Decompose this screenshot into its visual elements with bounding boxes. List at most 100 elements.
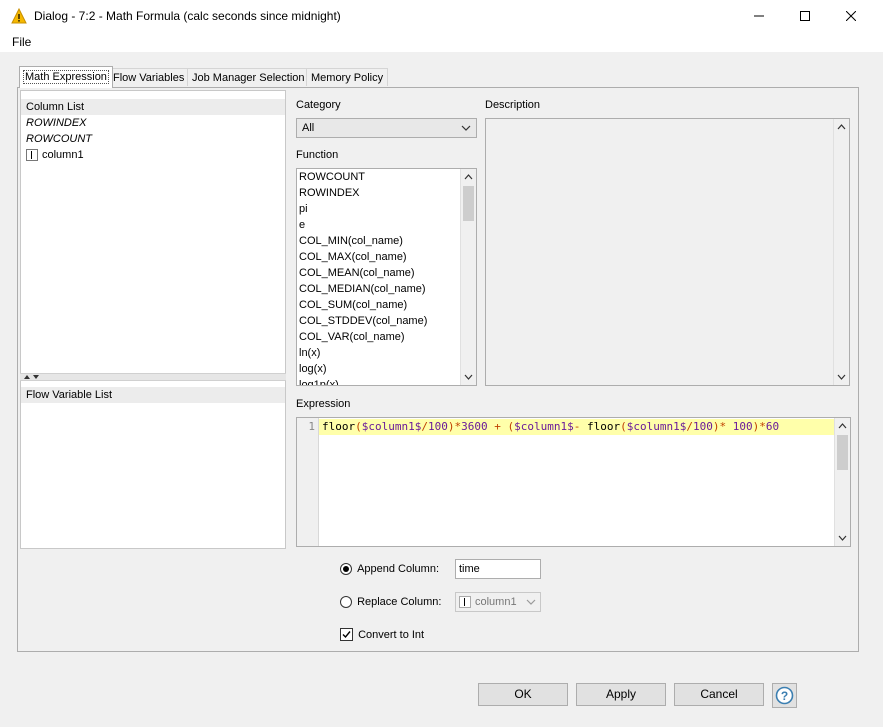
- chevron-down-icon: [526, 599, 536, 605]
- function-item[interactable]: log(x): [297, 361, 476, 377]
- function-item[interactable]: ln(x): [297, 345, 476, 361]
- scroll-thumb[interactable]: [463, 186, 474, 221]
- cancel-button[interactable]: Cancel: [674, 683, 764, 706]
- convert-to-int-option[interactable]: Convert to Int: [340, 628, 424, 641]
- column-reference-token: $column1$: [514, 420, 574, 433]
- append-column-input[interactable]: time: [455, 559, 541, 579]
- append-column-radio[interactable]: [340, 563, 352, 576]
- scroll-up-button[interactable]: [835, 418, 850, 434]
- operator-token: (: [355, 420, 362, 433]
- replace-column-option[interactable]: Replace Column:: [340, 596, 442, 609]
- function-item[interactable]: COL_STDDEV(col_name): [297, 313, 476, 329]
- function-item[interactable]: log1p(x): [297, 377, 476, 385]
- maximize-button[interactable]: [782, 0, 828, 32]
- category-value: All: [302, 122, 315, 134]
- function-item[interactable]: COL_SUM(col_name): [297, 297, 476, 313]
- number-token: 60: [765, 420, 780, 433]
- column-list-header: Column List: [21, 99, 285, 115]
- function-item[interactable]: COL_MIN(col_name): [297, 233, 476, 249]
- replace-column-radio[interactable]: [340, 596, 352, 609]
- column-list-item[interactable]: ROWINDEX: [21, 115, 285, 131]
- function-token: floor: [322, 420, 356, 433]
- tab-flow-variables[interactable]: Flow Variables: [108, 68, 190, 86]
- chevron-up-icon: [838, 423, 847, 429]
- tab-label: Math Expression: [23, 70, 109, 84]
- append-column-label: Append Column:: [357, 563, 440, 576]
- function-item[interactable]: ROWCOUNT: [297, 169, 476, 185]
- replace-column-label: Replace Column:: [357, 596, 442, 609]
- function-item[interactable]: ROWINDEX: [297, 185, 476, 201]
- chevron-down-icon: [838, 535, 847, 541]
- description-box: [485, 118, 850, 386]
- function-item[interactable]: COL_MAX(col_name): [297, 249, 476, 265]
- category-label: Category: [296, 99, 341, 111]
- chevron-up-icon: [837, 124, 846, 130]
- scroll-down-button[interactable]: [461, 369, 476, 385]
- function-item[interactable]: COL_MEDIAN(col_name): [297, 281, 476, 297]
- description-label: Description: [485, 99, 541, 111]
- line-number-gutter: 1: [297, 418, 319, 546]
- column-list-item[interactable]: ROWCOUNT: [21, 131, 285, 147]
- expression-editor[interactable]: 1 floor($column1$/100)*3600 + ($column1$…: [296, 417, 851, 547]
- integer-column-icon: [459, 596, 471, 609]
- number-token: 100: [692, 420, 713, 433]
- line-number: 1: [308, 420, 315, 433]
- function-item[interactable]: e: [297, 217, 476, 233]
- help-button[interactable]: ?: [772, 683, 797, 708]
- function-item[interactable]: COL_VAR(col_name): [297, 329, 476, 345]
- app-warning-icon: [11, 7, 27, 24]
- description-scrollbar[interactable]: [833, 119, 849, 385]
- tab-math-expression[interactable]: Math Expression: [19, 66, 113, 88]
- scroll-up-button[interactable]: [834, 119, 849, 135]
- close-window-button[interactable]: [828, 0, 874, 32]
- scroll-down-button[interactable]: [834, 369, 849, 385]
- checkmark-icon: [342, 631, 351, 639]
- operator-token: /: [421, 420, 428, 433]
- column-reference-token: $column1$: [361, 420, 422, 433]
- operator-token: +: [494, 420, 501, 433]
- convert-to-int-checkbox[interactable]: [340, 628, 353, 641]
- ok-button[interactable]: OK: [478, 683, 568, 706]
- menu-bar: [0, 32, 883, 52]
- operator-token: /: [686, 420, 693, 433]
- chevron-down-icon: [837, 374, 846, 380]
- tab-memory-policy[interactable]: Memory Policy: [306, 68, 389, 86]
- help-glyph: ?: [780, 688, 789, 703]
- scroll-up-button[interactable]: [461, 169, 476, 185]
- close-icon: [846, 11, 856, 21]
- left-panel: Column List ROWINDEX ROWCOUNT column1: [20, 90, 286, 549]
- expression-scrollbar[interactable]: [834, 418, 850, 546]
- function-item[interactable]: pi: [297, 201, 476, 217]
- minimize-button[interactable]: [736, 0, 782, 32]
- replace-column-value: column1: [475, 596, 517, 608]
- column-name: column1: [42, 149, 84, 161]
- window-title: Dialog - 7:2 - Math Formula (calc second…: [34, 9, 341, 23]
- function-list: ROWCOUNT ROWINDEX pi e COL_MIN(col_name)…: [296, 168, 477, 386]
- chevron-down-icon: [464, 374, 473, 380]
- append-column-option[interactable]: Append Column:: [340, 563, 440, 576]
- replace-column-select[interactable]: column1: [455, 592, 541, 612]
- function-item[interactable]: COL_MEAN(col_name): [297, 265, 476, 281]
- expression-code-line[interactable]: floor($column1$/100)*3600 + ($column1$- …: [319, 419, 834, 435]
- integer-column-icon: [26, 149, 38, 162]
- splitter-handle[interactable]: [20, 373, 286, 381]
- scroll-thumb[interactable]: [837, 435, 848, 470]
- operator-token: *: [759, 420, 766, 433]
- function-token: floor: [586, 420, 621, 433]
- chevron-down-icon: [461, 125, 471, 131]
- apply-button[interactable]: Apply: [576, 683, 666, 706]
- expression-label: Expression: [296, 398, 351, 410]
- flow-variable-list-header: Flow Variable List: [21, 387, 285, 403]
- category-select[interactable]: All: [296, 118, 477, 138]
- chevron-up-icon: [464, 174, 473, 180]
- menu-file[interactable]: File: [12, 35, 31, 49]
- column-list-item[interactable]: column1: [21, 147, 285, 163]
- operator-token: (: [620, 420, 627, 433]
- tab-job-manager-selection[interactable]: Job Manager Selection: [187, 68, 310, 86]
- scroll-down-button[interactable]: [835, 530, 850, 546]
- function-label: Function: [296, 149, 339, 161]
- maximize-icon: [800, 11, 810, 21]
- function-list-scrollbar[interactable]: [460, 169, 476, 385]
